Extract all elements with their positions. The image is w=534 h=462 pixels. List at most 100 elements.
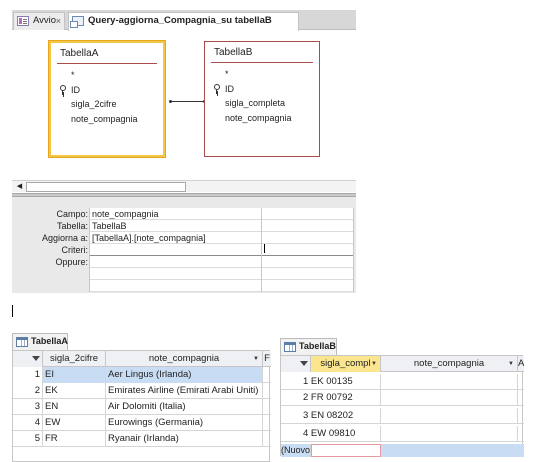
chevron-down-icon[interactable]: ▼ [371,356,377,372]
cell-sigla[interactable]: 2 FR 00792 [281,390,381,406]
row-number: 4 [13,415,43,431]
grid-cell-campo[interactable]: note_compagnia [90,208,261,220]
query-canvas[interactable]: TabellaA * ID sigla_2cifre note_compagni… [12,31,356,184]
column-header-extra[interactable]: F [263,351,271,367]
cell-sigla[interactable]: EW [43,415,106,431]
select-all-button[interactable] [281,356,311,372]
grid-column-2 [262,208,354,292]
row-number: 1 [13,367,43,383]
field-item[interactable]: note_compagnia [71,112,163,127]
cell-sigla[interactable]: 3 EN 08202 [281,408,381,424]
table-title[interactable]: TabellaA [57,43,157,64]
table-icon [284,342,296,352]
tab-tabellaA-label: TabellaA [31,336,68,346]
cell-note[interactable] [381,374,518,390]
column-header-sigla[interactable]: sigla_compl ▼ [311,356,381,372]
field-item[interactable]: * [71,68,163,83]
table-title[interactable]: TabellaB [211,42,313,63]
grid-column-1: note_compagnia TabellaB [TabellaA].[note… [90,208,262,292]
column-header-note[interactable]: note_compagnia ▼ [106,351,263,367]
grid-columns: note_compagnia TabellaB [TabellaA].[note… [89,208,354,292]
cell-note[interactable] [381,408,518,424]
column-header-row: sigla_compl ▼ note_compagnia ▼ A [281,356,524,372]
grid-cell-empty[interactable] [262,220,353,232]
cell-note[interactable]: Aer Lingus (Irlanda) [106,367,263,383]
grid-cell-empty[interactable] [262,280,353,292]
cell-note[interactable] [381,390,518,406]
tab-avvio[interactable]: Avvio × [13,12,65,30]
chevron-down-icon[interactable]: ▼ [253,351,259,367]
cell-note[interactable]: Emirates Airline (Emirati Arabi Uniti) [106,383,263,399]
grid-row-labels: Campo: Tabella: Aggiorna a: Criteri: Opp… [16,208,88,268]
cell-sigla[interactable]: 1 EK 00135 [281,374,381,390]
table-box-tabellaA[interactable]: TabellaA * ID sigla_2cifre note_compagni… [49,41,165,157]
cell-note[interactable]: Eurowings (Germania) [106,415,263,431]
new-record-row[interactable]: (Nuovo) [281,444,524,457]
table-box-tabellaB[interactable]: TabellaB * ID sigla_completa note_compag… [204,41,320,157]
field-item[interactable]: * [225,67,319,82]
column-header-note[interactable]: note_compagnia ▼ [381,356,518,372]
grid-label-tabella: Tabella: [56,221,88,231]
select-all-button[interactable] [13,351,43,367]
grid-label-oppure: Oppure: [55,257,88,267]
grid-cell-aggiorna[interactable]: [TabellaA].[note_compagnia] [90,232,261,244]
form-icon [17,16,29,26]
datasheet-tabellaB: TabellaB sigla_compl ▼ note_compagnia ▼ … [280,338,524,457]
relationship-line[interactable] [169,100,206,103]
primary-key-icon [213,83,220,94]
document-tab-bar: Avvio × Query-aggiorna_Compagnia_su tabe… [12,10,356,31]
field-item-id[interactable]: ID [60,83,163,98]
field-item[interactable]: sigla_2cifre [71,97,163,112]
table-row[interactable]: 3 EN 08202 [281,408,524,424]
table-row[interactable]: 5 FR Ryanair (Irlanda) [13,431,271,447]
primary-key-icon [59,84,66,95]
cell-sigla[interactable]: FR [43,431,106,447]
close-icon[interactable]: × [56,13,61,29]
field-label: ID [71,84,80,95]
scroll-left-icon[interactable]: ◀ [14,182,25,192]
column-header-sigla[interactable]: sigla_2cifre [43,351,106,367]
grid-cell-oppure[interactable] [90,256,261,268]
column-header-label: F [264,353,270,364]
grid-cell-empty[interactable] [262,244,353,256]
table-row[interactable]: 1 EK 00135 [281,374,524,390]
grid-cell-empty[interactable] [262,268,353,280]
table-row[interactable]: 4 EW Eurowings (Germania) [13,415,271,431]
column-header-extra[interactable]: A [518,356,524,372]
scroll-thumb[interactable] [26,182,186,192]
grid-cell-criteri[interactable] [90,244,261,256]
table-row[interactable]: 2 FR 00792 [281,390,524,406]
table-row[interactable]: 1 EI Aer Lingus (Irlanda) [13,367,271,383]
grid-cell-empty[interactable] [90,268,261,280]
cell-note[interactable]: Air Dolomiti (Italia) [106,399,263,415]
chevron-down-icon[interactable]: ▼ [508,356,514,372]
grid-label-criteri: Criteri: [61,245,89,255]
horizontal-scrollbar[interactable]: ◀ [12,180,356,192]
new-record-cell[interactable] [311,444,381,457]
grid-label-campo: Campo: [56,209,88,219]
column-header-label: sigla_2cifre [49,353,99,364]
grid-cell-tabella[interactable]: TabellaB [90,220,261,232]
table-row[interactable]: 4 EW 09810 [281,426,524,442]
field-item-id[interactable]: ID [214,82,319,97]
column-header-row: sigla_2cifre note_compagnia ▼ F [13,351,271,367]
cell-note[interactable] [381,426,518,442]
cell-sigla[interactable]: EI [43,367,106,383]
datasheet-tabellaA: TabellaA sigla_2cifre note_compagnia ▼ F… [12,333,271,462]
field-item[interactable]: sigla_completa [225,96,319,111]
cell-sigla[interactable]: EK [43,383,106,399]
cell-note[interactable]: Ryanair (Irlanda) [106,431,263,447]
table-row[interactable]: 3 EN Air Dolomiti (Italia) [13,399,271,415]
grid-cell-empty[interactable] [262,232,353,244]
datasheet-grid: sigla_compl ▼ note_compagnia ▼ A 1 EK 00… [280,355,524,457]
field-item[interactable]: note_compagnia [225,111,319,126]
grid-cell-empty[interactable] [90,280,261,292]
tab-tabellaB[interactable]: TabellaB [280,338,337,355]
cell-sigla[interactable]: EN [43,399,106,415]
cell-sigla[interactable]: 4 EW 09810 [281,426,381,442]
tab-query[interactable]: Query-aggiorna_Compagnia_su tabellaB [68,12,299,31]
grid-cell-empty[interactable] [262,208,353,220]
table-row[interactable]: 2 EK Emirates Airline (Emirati Arabi Uni… [13,383,271,399]
tab-tabellaA[interactable]: TabellaA [12,333,68,350]
grid-cell-empty[interactable] [262,256,353,268]
